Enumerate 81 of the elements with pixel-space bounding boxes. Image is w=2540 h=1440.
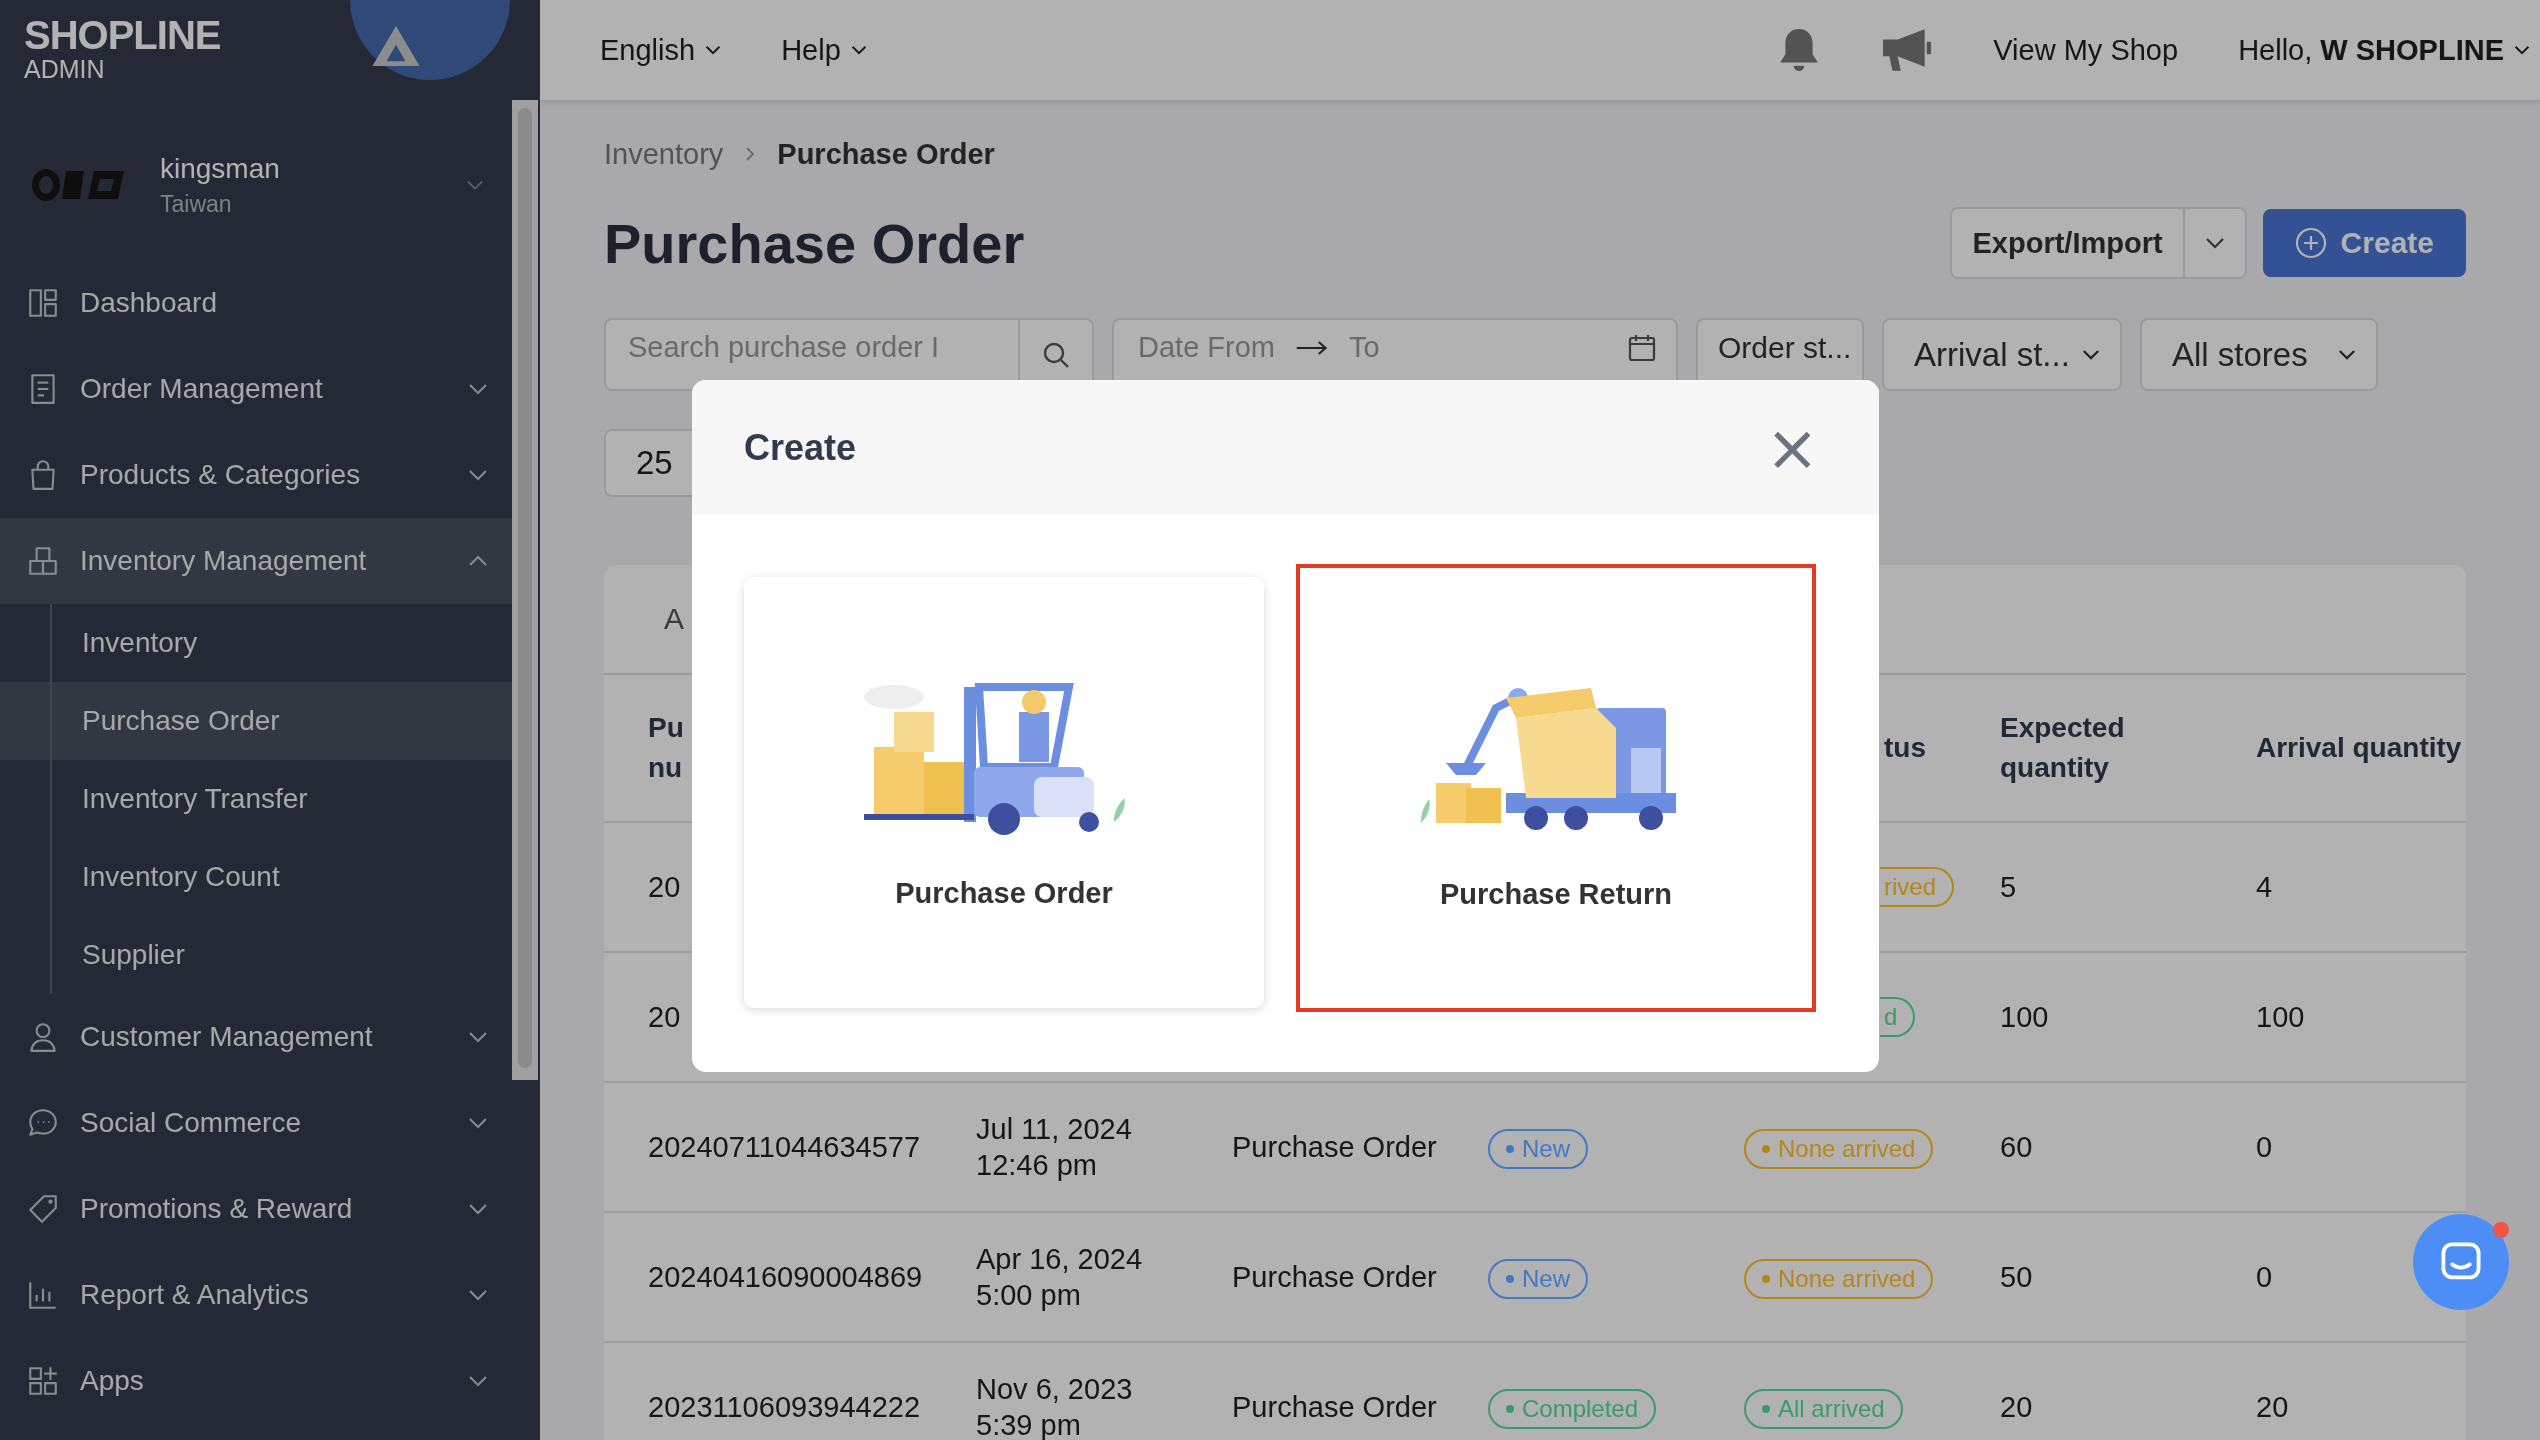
table-cell: 5 bbox=[2000, 871, 2017, 903]
chevron-down-icon bbox=[2338, 349, 2356, 360]
nav-item[interactable]: Apps bbox=[0, 1338, 512, 1424]
table-cell: 100 bbox=[2000, 1001, 2049, 1033]
nav-subitem[interactable]: Supplier bbox=[0, 916, 512, 994]
nav-item[interactable]: Promotions & Reward bbox=[0, 1166, 512, 1252]
scrollbar[interactable] bbox=[512, 100, 538, 1080]
account-menu[interactable]: Hello, W SHOPLINE bbox=[2238, 33, 2530, 67]
status-tag: None arrived bbox=[1744, 1129, 1934, 1169]
table-cell: 20 bbox=[648, 1001, 681, 1033]
table-cell: 4 bbox=[2256, 871, 2273, 903]
chevron-down-icon[interactable] bbox=[2204, 237, 2225, 249]
nav-item[interactable]: Dashboard bbox=[0, 260, 512, 346]
status-tag: New bbox=[1488, 1259, 1588, 1299]
table-cell: Jul 11, 2024 12:46 pm bbox=[976, 1113, 1132, 1181]
page-title: Purchase Order bbox=[604, 210, 1025, 276]
column-header: Expected quantity bbox=[2000, 712, 2125, 783]
table-cell: Apr 16, 2024 5:00 pm bbox=[976, 1243, 1143, 1311]
help-menu[interactable]: Help bbox=[781, 33, 867, 67]
view-shop-link[interactable]: View My Shop bbox=[1993, 33, 2179, 67]
table-cell: 20240416090004869 bbox=[648, 1261, 923, 1293]
nav-subitem[interactable]: Purchase Order bbox=[0, 682, 512, 760]
status-tag: Completed bbox=[1488, 1389, 1657, 1429]
nav-subitem[interactable]: Inventory bbox=[0, 604, 512, 682]
nav-item[interactable]: Customer Management bbox=[0, 994, 512, 1080]
notification-dot bbox=[2493, 1222, 2509, 1238]
nav-subitem[interactable]: Inventory Count bbox=[0, 838, 512, 916]
chevron-down-icon bbox=[705, 45, 722, 55]
table-cell: 60 bbox=[2000, 1131, 2033, 1163]
option-card[interactable]: Purchase Return bbox=[1296, 564, 1816, 1012]
plus-circle-icon bbox=[2294, 227, 2327, 259]
brand-logo[interactable]: SHOPLINE bbox=[24, 14, 221, 56]
table-cell: Purchase Order bbox=[1232, 1391, 1437, 1423]
chevron-down-icon bbox=[2082, 349, 2100, 360]
language-menu[interactable]: English bbox=[600, 33, 722, 67]
nav-item[interactable]: Social Commerce bbox=[0, 1080, 512, 1166]
apps-icon bbox=[26, 1364, 60, 1398]
tag-icon bbox=[26, 1192, 60, 1226]
table-cell: 20231106093944222 bbox=[648, 1391, 921, 1423]
create-button[interactable]: Create bbox=[2262, 209, 2466, 277]
nav-subitem[interactable]: Inventory Transfer bbox=[0, 760, 512, 838]
column-header: Pu nu bbox=[648, 712, 684, 783]
megaphone-icon[interactable] bbox=[1881, 27, 1934, 73]
table-cell: Purchase Order bbox=[1232, 1261, 1437, 1293]
option-card[interactable]: Purchase Order bbox=[744, 577, 1264, 1008]
filter-dropdown[interactable]: Arrival st... bbox=[1882, 318, 2122, 391]
status-tag: New bbox=[1488, 1129, 1588, 1169]
table-cell: 0 bbox=[2256, 1261, 2273, 1293]
column-header: tus bbox=[1884, 732, 1926, 763]
table-cell: 50 bbox=[2000, 1261, 2033, 1293]
chevron-right-icon bbox=[745, 146, 756, 162]
filter-dropdown[interactable]: All stores bbox=[2140, 318, 2378, 391]
table-cell: 20 bbox=[2256, 1391, 2289, 1423]
status-tag: None arrived bbox=[1744, 1259, 1934, 1299]
boxes-icon bbox=[26, 544, 60, 578]
store-region: Taiwan bbox=[160, 190, 233, 218]
breadcrumb-item: Purchase Order bbox=[777, 137, 995, 171]
brand-subtitle: ADMIN bbox=[24, 56, 106, 82]
table-cell: 0 bbox=[2256, 1131, 2273, 1163]
nav-item[interactable]: Report & Analytics bbox=[0, 1252, 512, 1338]
export-import-button[interactable]: Export/Import bbox=[1950, 207, 2247, 279]
dialog-title: Create bbox=[744, 426, 857, 469]
table-cell: Purchase Order bbox=[1232, 1131, 1437, 1163]
table-cell: 20 bbox=[648, 871, 681, 903]
chevron-down-icon bbox=[850, 45, 867, 55]
table-tab[interactable]: A bbox=[664, 602, 684, 636]
table-cell: 100 bbox=[2256, 1001, 2305, 1033]
nav-item[interactable]: Inventory Management bbox=[0, 518, 512, 604]
triangle-logo-icon bbox=[372, 26, 420, 66]
nav-item[interactable]: Order Management bbox=[0, 346, 512, 432]
column-header: Arrival quantity bbox=[2256, 732, 2462, 763]
layout-icon bbox=[26, 286, 60, 320]
status-tag: All arrived bbox=[1744, 1389, 1903, 1429]
arrow-right-icon bbox=[1295, 338, 1329, 357]
table-cell: 20 bbox=[2000, 1391, 2033, 1423]
chevron-down-icon bbox=[2514, 45, 2530, 55]
store-name[interactable]: kingsman bbox=[160, 152, 280, 185]
breadcrumb-item[interactable]: Inventory bbox=[604, 137, 724, 171]
table-cell: 20240711044634577 bbox=[648, 1131, 921, 1163]
nav-item[interactable]: Products & Categories bbox=[0, 432, 512, 518]
close-button[interactable]: × bbox=[1765, 415, 1819, 480]
